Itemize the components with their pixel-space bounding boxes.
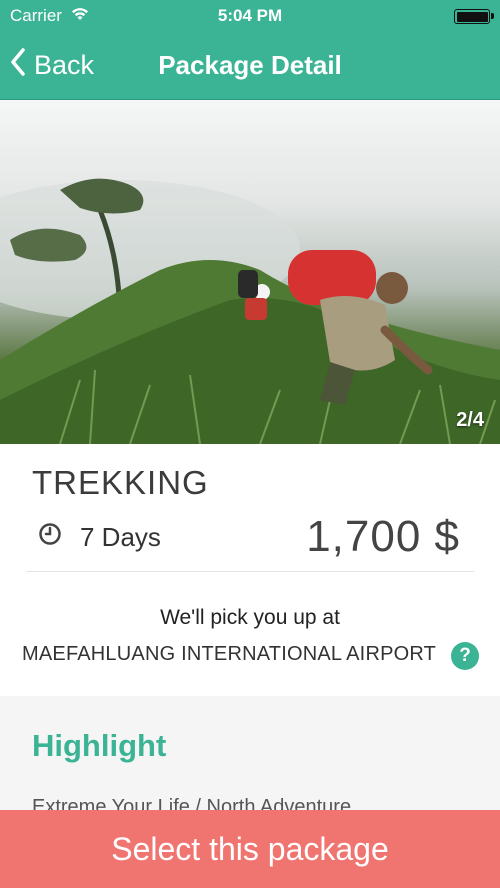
pickup-location: MAEFAHLUANG INTERNATIONAL AIRPORT [22, 643, 437, 665]
clock-icon [38, 522, 80, 553]
package-price: 1,700 $ [306, 512, 460, 561]
select-package-button[interactable]: Select this package [0, 810, 500, 888]
package-photo[interactable]: 2/4 [0, 100, 500, 444]
battery-icon [454, 9, 494, 24]
package-name: TREKKING [32, 464, 209, 501]
page-title: Package Detail [158, 50, 342, 80]
duration-label: 7 Days [80, 522, 161, 552]
highlight-title: Highlight [32, 728, 167, 763]
divider [26, 571, 474, 572]
package-info: TREKKING 7 Days 1,700 $ We'll pick you u… [0, 444, 500, 696]
status-time: 5:04 PM [217, 6, 283, 25]
trekking-photo-illustration [0, 178, 500, 444]
pickup-label: We'll pick you up at [160, 606, 340, 629]
help-icon[interactable]: ? [451, 642, 479, 670]
navigation-bar: Back Package Detail [0, 36, 500, 96]
photo-page-indicator: 2/4 [456, 409, 484, 431]
package-duration: 7 Days [38, 522, 161, 553]
header: Carrier 5:04 PM Back Package Detail [0, 0, 500, 100]
status-bar: Carrier 5:04 PM [0, 0, 500, 32]
